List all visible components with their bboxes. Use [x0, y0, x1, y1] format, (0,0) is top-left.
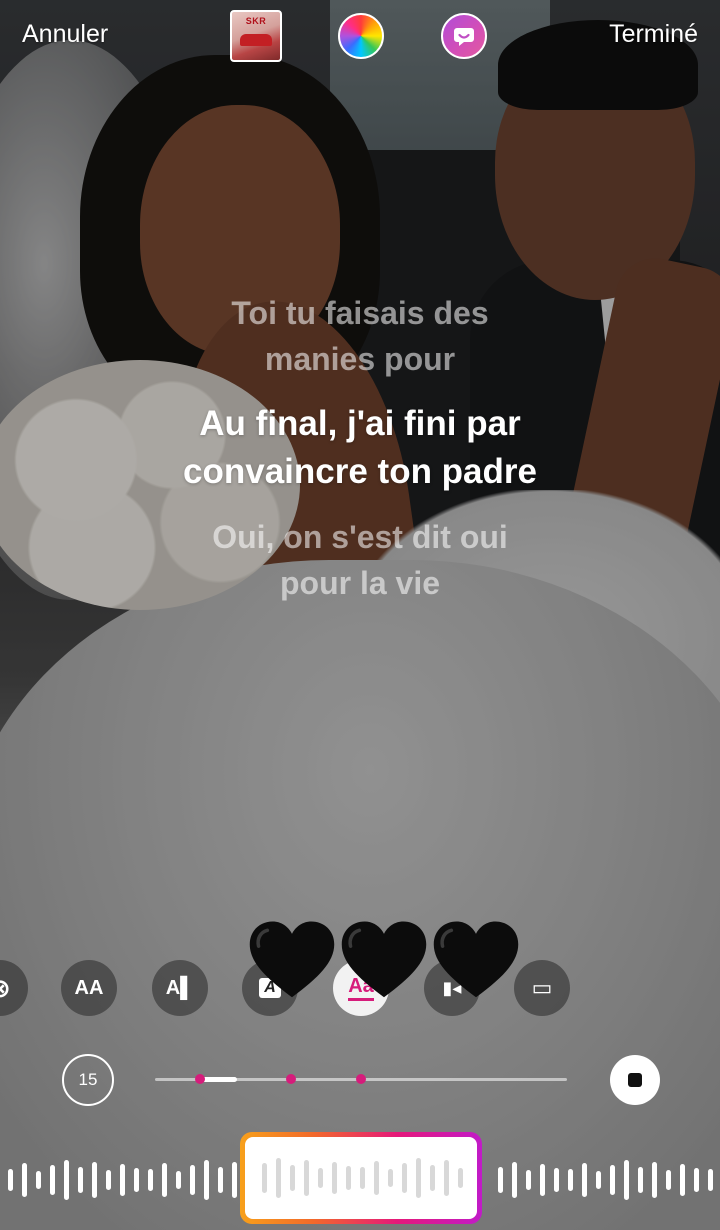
cancel-button[interactable]: Annuler [22, 20, 108, 49]
waveform-bar [568, 1169, 573, 1191]
waveform-bar [120, 1164, 125, 1196]
duration-button[interactable]: 15 [62, 1054, 114, 1106]
selected-waveform-bar [416, 1158, 421, 1198]
waveform-bar [610, 1165, 615, 1195]
text-size-style-icon[interactable]: AA [61, 960, 117, 1016]
waveform-bar [708, 1169, 713, 1191]
lyric-marker-dot [285, 1074, 296, 1084]
selected-waveform-bar [318, 1168, 323, 1188]
black-heart-icon [341, 921, 427, 998]
waveform-bar [596, 1171, 601, 1189]
lyric-next-line-1: Oui, on s'est dit oui [212, 519, 508, 555]
waveform-bar [106, 1170, 111, 1190]
selected-waveform-bar [388, 1169, 393, 1187]
lyric-previous-line-1: Toi tu faisais des [231, 295, 489, 331]
color-wheel-icon[interactable] [338, 13, 384, 59]
sticker-face-icon[interactable] [441, 13, 487, 59]
waveform-bar [498, 1167, 503, 1193]
progress-track[interactable] [155, 1074, 567, 1084]
selected-waveform-bar [430, 1165, 435, 1191]
done-button[interactable]: Terminé [609, 20, 698, 49]
waveform-bar [638, 1167, 643, 1193]
waveform-bar [64, 1160, 69, 1200]
waveform-bar [526, 1170, 531, 1190]
waveform-bar [554, 1168, 559, 1192]
waveform-bar [162, 1163, 167, 1197]
selected-waveform [262, 1158, 463, 1198]
selected-waveform-bar [402, 1163, 407, 1193]
waveform-bar [78, 1167, 83, 1193]
black-heart-icon [433, 921, 519, 998]
selected-waveform-bar [276, 1158, 281, 1198]
waveform-bar [652, 1162, 657, 1198]
selected-waveform-bar [360, 1167, 365, 1189]
lyric-previous-line-2: manies pour [264, 341, 456, 377]
black-heart-icon [249, 921, 335, 998]
emoji-stickers[interactable] [248, 918, 538, 1018]
album-logo-text: SKR [245, 16, 267, 26]
album-cover-thumbnail[interactable]: SKR [230, 10, 282, 62]
album-car-icon [240, 34, 272, 46]
lyrics-sticker[interactable]: Toi tu faisais des manies pour Au final,… [0, 290, 720, 606]
waveform-bar [92, 1162, 97, 1198]
selected-waveform-bar [332, 1162, 337, 1194]
stop-icon [628, 1073, 642, 1087]
waveform-bar [148, 1169, 153, 1191]
dim-overlay [0, 0, 720, 1230]
waveform-bar [176, 1171, 181, 1189]
waveform-bar [8, 1169, 13, 1191]
top-bar: Annuler SKR Terminé [0, 0, 720, 72]
waveform-bar [694, 1168, 699, 1192]
waveform-bar [36, 1171, 41, 1189]
duration-label: 15 [78, 1070, 98, 1089]
waveform-bar [190, 1165, 195, 1195]
waveform-bar [134, 1168, 139, 1192]
selected-waveform-bar [290, 1165, 295, 1191]
waveform-bar [50, 1165, 55, 1195]
story-music-editor: Annuler SKR Terminé Toi tu faisais des m… [0, 0, 720, 1230]
sticker-face-glyph [454, 28, 474, 46]
waveform-bar [680, 1164, 685, 1196]
waveform-bar [666, 1170, 671, 1190]
text-bar-style-icon[interactable]: A▌ [152, 960, 208, 1016]
selected-waveform-bar [374, 1161, 379, 1195]
close-style-icon[interactable]: ⊗ [0, 960, 28, 1016]
waveform-bar [512, 1162, 517, 1198]
lyric-next-line-2: pour la vie [279, 565, 441, 601]
lyric-current-line-2: convaincre ton padre [183, 452, 537, 491]
selected-waveform-bar [458, 1168, 463, 1188]
waveform-bar [232, 1162, 237, 1198]
selected-waveform-bar [304, 1160, 309, 1196]
waveform-bar [624, 1160, 629, 1200]
selected-waveform-bar [444, 1160, 449, 1196]
waveform-bar [204, 1160, 209, 1200]
lyric-marker-dot [356, 1074, 366, 1084]
stop-button[interactable] [610, 1055, 660, 1105]
waveform-bar [582, 1163, 587, 1197]
waveform-bar [218, 1167, 223, 1193]
selected-waveform-bar [346, 1166, 351, 1190]
waveform-bar [540, 1164, 545, 1196]
selected-waveform-bar [262, 1163, 267, 1193]
waveform-bar [22, 1163, 27, 1197]
lyric-current-line-1: Au final, j'ai fini par [199, 404, 521, 443]
